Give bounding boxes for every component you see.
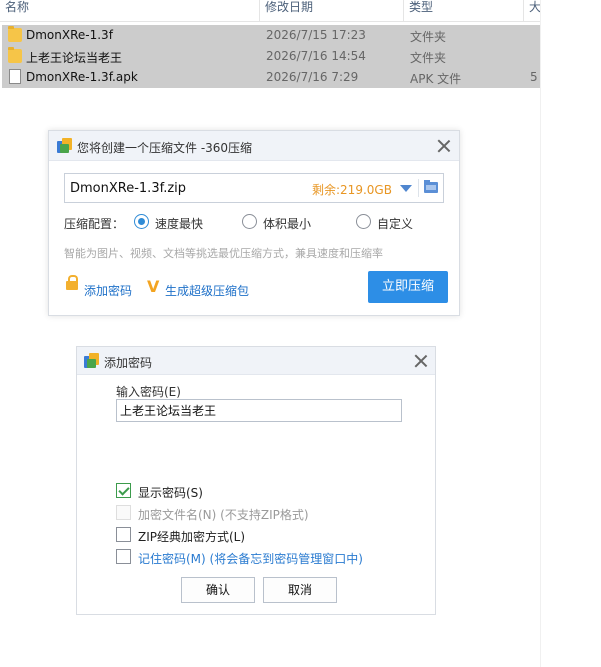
show-password-label[interactable]: 显示密码(S) xyxy=(138,484,203,501)
remember-password-checkbox[interactable] xyxy=(116,549,131,564)
output-filename[interactable]: DmonXRe-1.3f.zip xyxy=(70,181,186,196)
radio-custom[interactable] xyxy=(356,214,371,229)
path-divider xyxy=(418,179,419,197)
compress-dialog-title: 您将创建一个压缩文件 -360压缩 xyxy=(77,141,253,155)
file-size: 5 xyxy=(530,70,538,84)
file-name: 上老王论坛当老王 xyxy=(26,51,123,65)
compress-hint-text: 智能为图片、视频、文档等挑选最优压缩方式，兼具速度和压缩率 xyxy=(64,247,383,260)
remember-password-text[interactable]: 记住密码(M) xyxy=(138,552,206,566)
file-type: 文件夹 xyxy=(410,51,447,65)
zip-classic-encryption-checkbox[interactable] xyxy=(116,527,131,542)
super-package-link[interactable]: 生成超级压缩包 xyxy=(165,282,249,299)
radio-fastest-label[interactable]: 速度最快 xyxy=(155,215,203,232)
column-header-type[interactable]: 类型 xyxy=(404,0,524,22)
output-path-field[interactable]: DmonXRe-1.3f.zip 剩余:219.0GB xyxy=(64,173,444,203)
encrypt-filename-label: 加密文件名(N) (不支持ZIP格式) xyxy=(138,506,309,523)
column-header-date[interactable]: 修改日期 xyxy=(260,0,404,22)
compress-dialog-titlebar[interactable]: 您将创建一个压缩文件 -360压缩 xyxy=(49,131,459,161)
radio-smallest-label[interactable]: 体积最小 xyxy=(263,215,311,232)
folder-icon xyxy=(8,47,22,63)
file-row-folder-dmonxre[interactable]: DmonXRe-1.3f 2026/7/15 17:23 文件夹 xyxy=(2,25,540,46)
archive-app-icon xyxy=(84,353,100,369)
file-date: 2026/7/15 17:23 xyxy=(266,28,366,42)
password-input[interactable] xyxy=(116,399,402,422)
free-space-label: 剩余:219.0GB xyxy=(312,183,392,197)
file-type: APK 文件 xyxy=(410,72,462,86)
explorer-right-pane xyxy=(540,0,601,667)
add-password-link[interactable]: 添加密码 xyxy=(84,282,132,299)
chevron-down-icon[interactable] xyxy=(400,185,412,192)
column-header-size[interactable]: 大 xyxy=(524,0,540,22)
encrypt-filename-note: (不支持ZIP格式) xyxy=(220,508,309,522)
file-name: DmonXRe-1.3f xyxy=(26,28,113,42)
file-icon xyxy=(9,69,21,84)
encrypt-filename-checkbox xyxy=(116,505,131,520)
zip-classic-encryption-label[interactable]: ZIP经典加密方式(L) xyxy=(138,528,245,545)
remember-password-label[interactable]: 记住密码(M) (将会备忘到密码管理窗口中) xyxy=(138,550,363,567)
password-dialog-titlebar[interactable]: 添加密码 xyxy=(77,347,435,375)
remember-password-note: (将会备忘到密码管理窗口中) xyxy=(209,552,363,566)
column-header-name[interactable]: 名称 xyxy=(0,0,260,22)
lock-icon xyxy=(66,275,78,290)
password-label: 输入密码(E) xyxy=(116,385,181,399)
file-row-folder-laowang[interactable]: 上老王论坛当老王 2026/7/16 14:54 文件夹 xyxy=(2,46,540,67)
file-date: 2026/7/16 7:29 xyxy=(266,70,359,84)
radio-smallest[interactable] xyxy=(242,214,257,229)
encrypt-filename-text: 加密文件名(N) xyxy=(138,508,217,522)
folder-icon xyxy=(8,26,22,42)
radio-fastest[interactable] xyxy=(134,214,149,229)
file-list-header: 名称 修改日期 类型 大 xyxy=(0,0,540,22)
browse-folder-icon[interactable] xyxy=(424,180,438,193)
file-date: 2026/7/16 14:54 xyxy=(266,49,366,63)
file-type: 文件夹 xyxy=(410,30,447,44)
radio-custom-label[interactable]: 自定义 xyxy=(377,215,413,232)
archive-app-icon xyxy=(57,138,73,154)
close-icon[interactable] xyxy=(414,354,428,368)
super-v-icon: V xyxy=(147,277,160,296)
compress-dialog: 您将创建一个压缩文件 -360压缩 DmonXRe-1.3f.zip 剩余:21… xyxy=(48,130,460,316)
close-icon[interactable] xyxy=(437,139,451,153)
confirm-button[interactable]: 确认 xyxy=(181,577,255,603)
password-dialog-title: 添加密码 xyxy=(104,356,153,370)
compress-now-button[interactable]: 立即压缩 xyxy=(368,271,448,303)
file-name: DmonXRe-1.3f.apk xyxy=(26,70,138,84)
cancel-button[interactable]: 取消 xyxy=(263,577,337,603)
show-password-checkbox[interactable] xyxy=(116,483,131,498)
compress-config-label: 压缩配置： xyxy=(64,217,125,231)
add-password-dialog: 添加密码 输入密码(E) 显示密码(S) 加密文件名(N) (不支持ZIP格式)… xyxy=(76,346,436,615)
file-row-apk[interactable]: DmonXRe-1.3f.apk 2026/7/16 7:29 APK 文件 5 xyxy=(2,67,540,88)
